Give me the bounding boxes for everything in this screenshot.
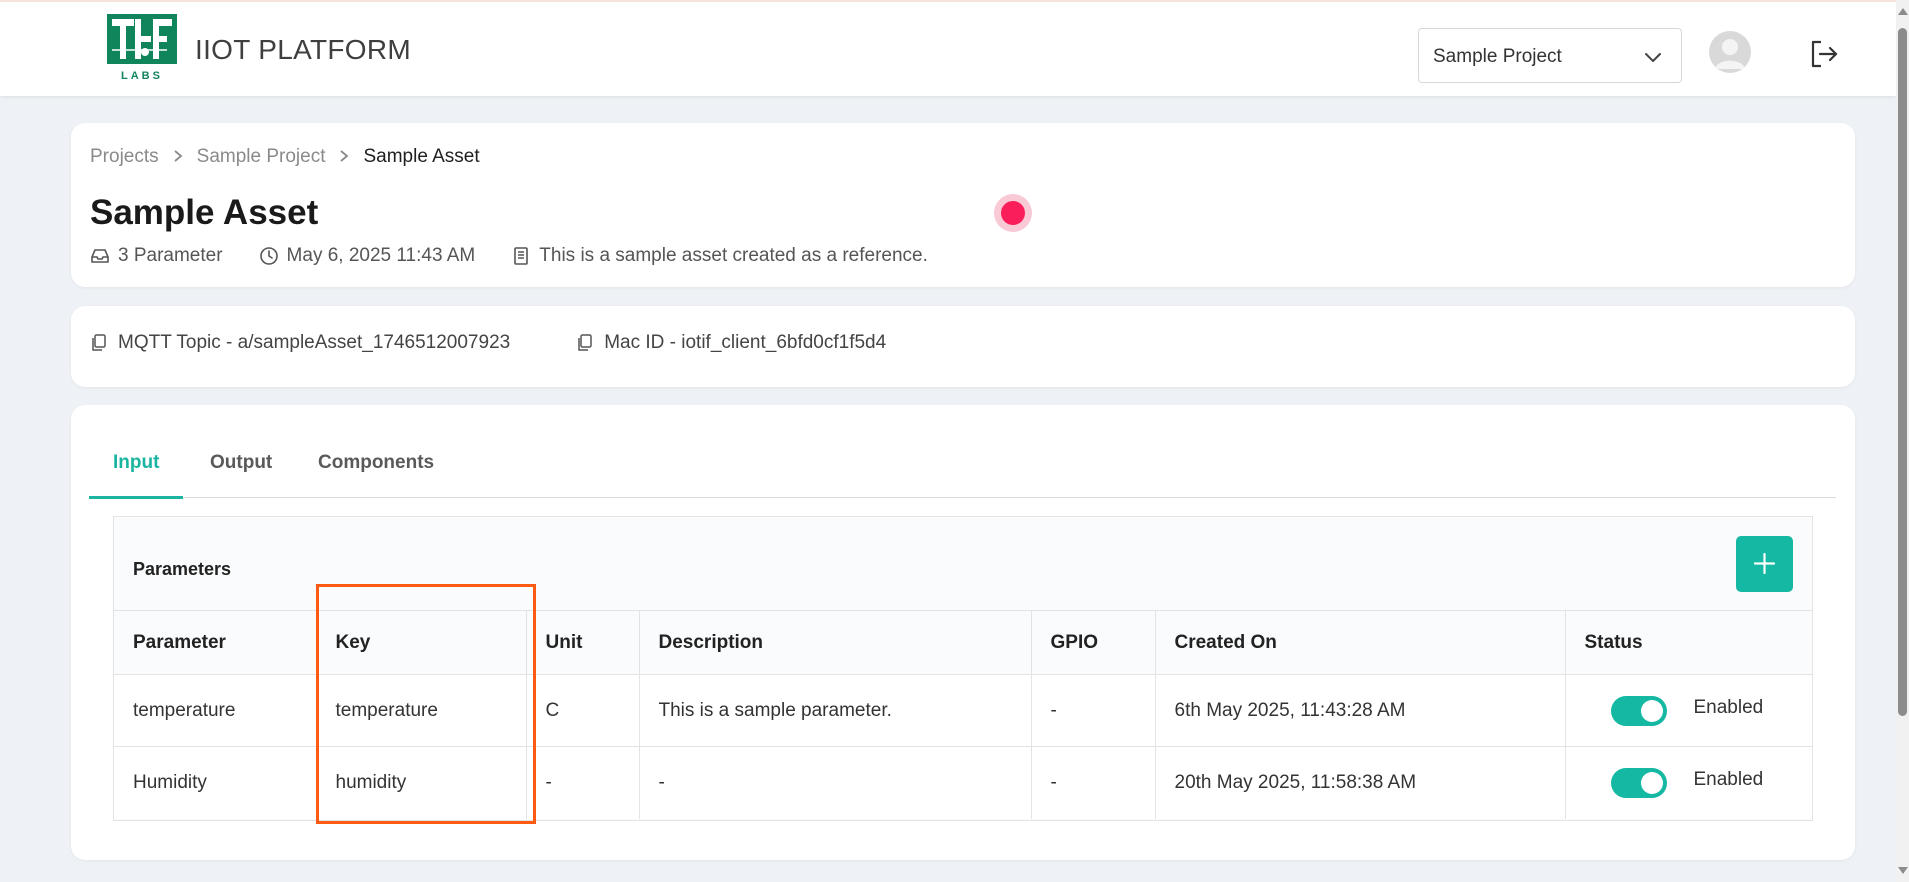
clock-icon	[259, 247, 278, 265]
cell-description: -	[639, 746, 1032, 819]
cell-parameter: Humidity	[114, 746, 317, 819]
column-header: Key	[316, 610, 527, 675]
asset-description: This is a sample asset created as a refe…	[511, 245, 928, 267]
logout-button[interactable]	[1808, 38, 1840, 70]
parameters-panel: Parameters Parameter Key Unit Descriptio…	[113, 516, 1813, 821]
copy-icon[interactable]	[90, 333, 108, 353]
breadcrumb-projects[interactable]: Projects	[90, 146, 159, 168]
status-toggle[interactable]	[1610, 696, 1667, 726]
parameters-table: Parameter Key Unit Description GPIO Crea…	[114, 610, 1812, 819]
tab-bar: Input Output Components	[88, 449, 1836, 499]
status-label: Enabled	[1693, 697, 1764, 718]
page-scrollbar[interactable]	[1896, 0, 1909, 882]
inbox-icon	[91, 249, 109, 263]
column-header: Unit	[526, 610, 640, 675]
copy-icon[interactable]	[576, 333, 594, 353]
platform-title: IIOT PLATFORM	[195, 34, 411, 65]
cell-parameter: temperature	[114, 674, 317, 747]
plus-icon	[1753, 552, 1776, 575]
page-title: Sample Asset	[90, 193, 319, 232]
table-row[interactable]: Humidity humidity - - - 20th May 2025, 1…	[114, 746, 1812, 819]
asset-meta: 3 Parameter May 6, 2025 11:43 AM This is…	[90, 245, 964, 267]
cell-created-on: 6th May 2025, 11:43:28 AM	[1155, 674, 1566, 747]
asset-identifiers-card: MQTT Topic - a/sampleAsset_1746512007923…	[71, 306, 1855, 387]
cell-key: temperature	[316, 674, 527, 747]
chevron-right-icon	[174, 149, 183, 162]
column-header: Description	[639, 610, 1032, 675]
svg-text:LABS: LABS	[121, 70, 163, 82]
company-logo[interactable]: LABS	[107, 14, 177, 82]
add-parameter-button[interactable]	[1736, 536, 1793, 592]
toggle-knob	[1640, 772, 1663, 794]
mac-id[interactable]: Mac ID - iotif_client_6bfd0cf1f5d4	[576, 332, 886, 354]
cell-description: This is a sample parameter.	[639, 674, 1032, 747]
column-header: Created On	[1155, 610, 1566, 675]
breadcrumb-separator	[339, 147, 349, 168]
cell-unit: C	[526, 674, 640, 747]
cell-gpio: -	[1031, 674, 1156, 747]
logo-icon: LABS	[107, 14, 177, 82]
project-select-value: Sample Project	[1433, 46, 1562, 67]
status-label: Enabled	[1693, 769, 1764, 790]
column-header: Parameter	[114, 610, 317, 675]
cell-created-on: 20th May 2025, 11:58:38 AM	[1155, 746, 1566, 819]
chevron-down-icon	[1645, 53, 1661, 62]
asset-summary-card: Projects Sample Project Sample Asset Sam…	[71, 123, 1855, 287]
parameters-title: Parameters	[133, 559, 232, 579]
top-bar: LABS IIOT PLATFORM Sample Project	[0, 0, 1896, 96]
breadcrumb-separator	[173, 147, 183, 168]
tab-output[interactable]: Output	[210, 449, 272, 498]
chevron-right-icon	[340, 149, 349, 162]
cell-status: Enabled	[1565, 674, 1812, 747]
record-indicator-icon	[994, 194, 1032, 232]
mqtt-topic[interactable]: MQTT Topic - a/sampleAsset_1746512007923	[90, 332, 510, 354]
breadcrumb: Projects Sample Project Sample Asset	[90, 146, 480, 168]
asset-identifiers: MQTT Topic - a/sampleAsset_1746512007923…	[90, 332, 952, 354]
scroll-down-arrow[interactable]	[1898, 867, 1908, 874]
status-toggle[interactable]	[1610, 768, 1667, 798]
column-header: GPIO	[1031, 610, 1156, 675]
tab-input[interactable]: Input	[88, 449, 185, 499]
breadcrumb-current: Sample Asset	[363, 146, 480, 167]
cell-key: humidity	[316, 746, 527, 819]
cell-unit: -	[526, 746, 640, 819]
toggle-knob	[1640, 700, 1663, 722]
created-date: May 6, 2025 11:43 AM	[259, 245, 475, 267]
table-row[interactable]: temperature temperature C This is a samp…	[114, 674, 1812, 747]
tab-components[interactable]: Components	[318, 449, 434, 498]
scrollbar-thumb[interactable]	[1898, 28, 1907, 716]
document-icon	[514, 247, 529, 265]
scroll-up-arrow[interactable]	[1898, 8, 1908, 15]
param-count: 3 Parameter	[90, 245, 223, 267]
cell-status: Enabled	[1565, 746, 1812, 819]
user-avatar[interactable]	[1709, 31, 1751, 73]
logout-icon	[1811, 40, 1838, 68]
cell-gpio: -	[1031, 746, 1156, 819]
asset-details-card: Input Output Components Parameters Param…	[71, 405, 1855, 860]
breadcrumb-sample-project[interactable]: Sample Project	[197, 146, 326, 168]
user-icon	[1715, 39, 1745, 69]
project-select[interactable]: Sample Project	[1418, 28, 1682, 83]
column-header: Status	[1565, 610, 1812, 675]
table-header-row: Parameter Key Unit Description GPIO Crea…	[114, 610, 1812, 675]
